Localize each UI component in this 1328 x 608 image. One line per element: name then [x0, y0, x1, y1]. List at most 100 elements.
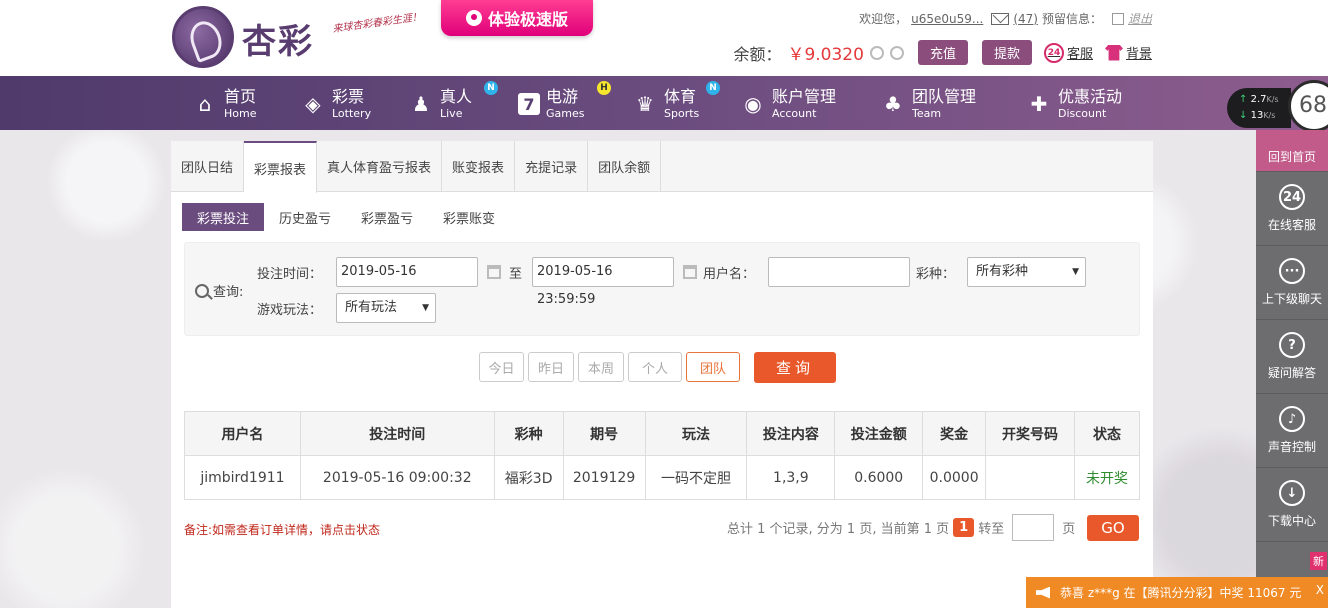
query-label-text: 查询:: [213, 285, 244, 300]
start-time-input[interactable]: 2019-05-16 00:00:00: [336, 257, 478, 307]
account-icon: ◉: [744, 92, 762, 116]
end-time-input[interactable]: 2019-05-16 23:59:59: [532, 257, 674, 307]
subtab-lottery-bets[interactable]: 彩票投注: [182, 203, 265, 231]
tab-lottery-report[interactable]: 彩票报表: [244, 141, 318, 193]
online-service-button[interactable]: 24 在线客服: [1256, 172, 1328, 246]
faq-button[interactable]: ? 疑问解答: [1256, 320, 1328, 394]
calendar-icon[interactable]: [683, 265, 697, 279]
mail-icon[interactable]: [991, 12, 1010, 25]
col-username: 用户名: [184, 411, 301, 456]
win-notice-bar[interactable]: 恭喜 z***g 在【腾讯分分彩】中奖 11067 元 X: [1026, 577, 1328, 608]
lottery-ticket-icon: ◈: [305, 92, 321, 116]
sound-control-button[interactable]: ♪ 声音控制: [1256, 394, 1328, 468]
table-row: jimbird1911 2019-05-16 09:00:32 福彩3D 201…: [184, 455, 1141, 500]
nav-item-games[interactable]: 7 电游 Games H: [518, 81, 611, 122]
subtab-history-pnl[interactable]: 历史盈亏: [264, 203, 346, 231]
go-button[interactable]: GO: [1087, 514, 1139, 541]
nav-item-home[interactable]: ⌂ 首页 Home: [192, 86, 257, 122]
status-link[interactable]: 未开奖: [1073, 455, 1141, 500]
tab-live-sports-pnl[interactable]: 真人体育盈亏报表: [317, 141, 443, 192]
tab-account-change[interactable]: 账变报表: [442, 141, 516, 192]
cell-draw-number: [985, 455, 1075, 500]
mail-count-link[interactable]: (47): [1013, 12, 1038, 26]
lottery-type-select[interactable]: 所有彩种: [967, 257, 1086, 287]
username-link[interactable]: u65e0u59...: [911, 12, 983, 26]
play-type-label: 游戏玩法：: [257, 303, 323, 318]
tab-team-daily[interactable]: 团队日结: [171, 141, 245, 192]
download-arrow-icon: ↓: [1239, 110, 1248, 121]
close-icon[interactable]: X: [1316, 583, 1324, 597]
logo-slogan: 来球杏彩春彩生涯！: [331, 11, 423, 36]
col-issue: 期号: [562, 411, 646, 456]
nav-item-team[interactable]: ♣ 团队管理 Team: [880, 86, 976, 122]
query-label: 查询:: [195, 281, 243, 300]
nav-label: 优惠活动: [1058, 87, 1123, 106]
logout-link[interactable]: 退出: [1128, 10, 1152, 27]
cell-amount: 0.6000: [834, 455, 924, 500]
cell-lottery: 福彩3D: [493, 455, 564, 500]
refresh-icon[interactable]: [869, 45, 884, 60]
speaker-icon: ♪: [1279, 406, 1305, 432]
col-play: 玩法: [644, 411, 748, 456]
cell-content: 1,3,9: [746, 455, 836, 500]
today-button[interactable]: 今日: [479, 352, 524, 382]
recharge-button[interactable]: 充值: [917, 40, 968, 65]
download-speed: 13: [1250, 110, 1264, 121]
subtab-lottery-pnl[interactable]: 彩票盈亏: [346, 203, 428, 231]
calendar-icon[interactable]: [487, 265, 501, 279]
col-bet-time: 投注时间: [299, 411, 495, 456]
nav-item-discount[interactable]: ✚ 优惠活动 Discount: [1026, 86, 1122, 122]
sidebar-label: 声音控制: [1267, 440, 1316, 454]
pagination: 总计 1 个记录, 分为 1 页, 当前第 1 页 1 转至 页 GO: [727, 514, 1139, 541]
team-button[interactable]: 团队: [686, 352, 740, 382]
gift-icon: ✚: [1030, 92, 1048, 116]
personal-button[interactable]: 个人: [628, 352, 682, 382]
new-badge: N: [484, 81, 498, 95]
report-tabs: 团队日结 彩票报表 真人体育盈亏报表 账变报表 充提记录 团队余额: [171, 141, 1153, 193]
logo-text: 杏彩: [242, 22, 314, 62]
chat-button[interactable]: ··· 上下级聊天: [1256, 246, 1328, 320]
username-input[interactable]: [768, 257, 910, 287]
speed-unit: K/s: [1266, 95, 1279, 104]
background-link[interactable]: 背景: [1104, 43, 1152, 62]
download-center-button[interactable]: ↓ 下载中心: [1256, 468, 1328, 542]
service-24-icon: 24: [1043, 42, 1064, 63]
tab-team-balance[interactable]: 团队余额: [588, 141, 662, 192]
hide-eye-icon[interactable]: [889, 45, 904, 60]
play-type-select[interactable]: 所有玩法: [336, 293, 436, 323]
site-logo[interactable]: 杏彩 来球杏彩春彩生涯！: [172, 4, 432, 70]
nav-item-lottery[interactable]: ◈ 彩票 Lottery: [300, 86, 371, 122]
yesterday-button[interactable]: 昨日: [528, 352, 574, 382]
user-info-row: 欢迎您， u65e0u59... (47) 预留信息： 退出: [859, 10, 1152, 27]
fast-version-button[interactable]: 体验极速版: [441, 0, 593, 36]
this-week-button[interactable]: 本周: [578, 352, 624, 382]
search-button[interactable]: 查询: [754, 352, 836, 383]
jump-to-label: 转至: [978, 522, 1005, 537]
edit-icon[interactable]: [1111, 12, 1124, 25]
subtab-lottery-change[interactable]: 彩票账变: [428, 203, 510, 231]
report-subtabs: 彩票投注 历史盈亏 彩票盈亏 彩票账变: [182, 203, 510, 231]
sidebar-label: 下载中心: [1267, 514, 1316, 528]
to-label: 至: [509, 267, 523, 282]
withdraw-button[interactable]: 提款: [981, 40, 1032, 65]
back-to-home-button[interactable]: 回到首页: [1256, 130, 1328, 172]
headset-24-icon: 24: [1279, 184, 1305, 210]
background-label: 背景: [1125, 47, 1152, 62]
nav-item-live[interactable]: ♟ 真人 Live N: [408, 81, 498, 122]
bet-time-label: 投注时间：: [257, 267, 323, 282]
customer-service-link[interactable]: 24 客服: [1043, 42, 1093, 63]
nav-item-account[interactable]: ◉ 账户管理 Account: [740, 86, 836, 122]
tab-deposit-withdraw[interactable]: 充提记录: [515, 141, 589, 192]
balance-label: 余额：: [733, 44, 782, 64]
win-notice-text: 恭喜 z***g 在【腾讯分分彩】中奖 11067 元: [1060, 586, 1302, 600]
main-nav: ⌂ 首页 Home ◈ 彩票 Lottery ♟ 真人 Live N 7 电游 Game…: [0, 76, 1328, 130]
cell-prize: 0.0000: [922, 455, 987, 500]
query-form: 查询: 投注时间： 2019-05-16 00:00:00 至 2019-05-…: [184, 242, 1140, 336]
nav-item-sports[interactable]: ♛ 体育 Sports N: [632, 81, 720, 122]
network-speed-widget: ↑ 2.7K/s ↓ 13K/s: [1227, 88, 1291, 128]
nav-label: 体育: [664, 87, 697, 106]
chat-bubble-icon: ···: [1279, 258, 1305, 284]
page-number-current[interactable]: 1: [953, 518, 975, 537]
lottery-type-label: 彩种：: [916, 267, 956, 282]
page-jump-input[interactable]: [1012, 514, 1055, 541]
